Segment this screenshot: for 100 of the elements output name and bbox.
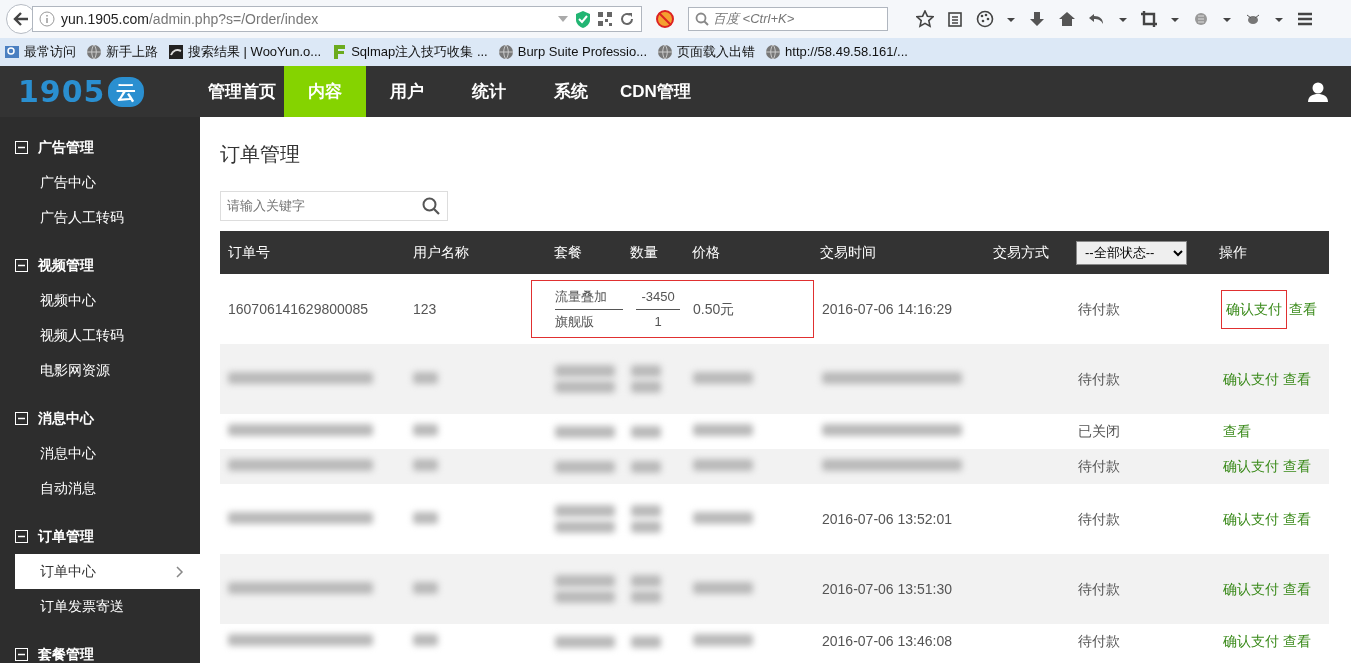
action-link[interactable]: 查看: [1281, 628, 1313, 655]
nav-tab[interactable]: 系统: [530, 66, 612, 117]
action-link[interactable]: 确认支付: [1221, 628, 1281, 655]
sidebar-item[interactable]: 消息中心: [0, 436, 200, 471]
action-link[interactable]: 查看: [1221, 418, 1253, 445]
home-icon[interactable]: [1058, 10, 1076, 28]
globe-icon: [765, 44, 782, 60]
reload-icon[interactable]: [619, 11, 635, 27]
redacted-blur: [631, 505, 661, 517]
sidebar-item[interactable]: 自动消息: [0, 471, 200, 506]
quantity-value: -3450: [636, 284, 680, 310]
redacted-blur: [555, 521, 615, 533]
crop-icon[interactable]: [1140, 10, 1158, 28]
action-link[interactable]: 确认支付: [1221, 453, 1281, 480]
nav-tab[interactable]: 统计: [448, 66, 530, 117]
menu-icon[interactable]: [1296, 10, 1314, 28]
redacted-blur: [631, 575, 661, 587]
quantity-value: 1: [653, 312, 663, 331]
column-header: 订单号: [227, 243, 271, 262]
bookmark-link[interactable]: 最常访问: [4, 42, 76, 62]
redacted-blur: [693, 459, 753, 471]
sidebar-group-label[interactable]: 订单管理: [38, 525, 94, 547]
sidebar-group-label[interactable]: 消息中心: [38, 407, 94, 429]
bookmark-link[interactable]: http://58.49.58.161/...: [765, 42, 908, 62]
sidebar-item[interactable]: 广告中心: [0, 165, 200, 200]
nav-tab[interactable]: 用户: [366, 66, 448, 117]
bookmark-link[interactable]: 新手上路: [86, 42, 158, 62]
palette-icon[interactable]: [976, 10, 994, 28]
table-cell-text: 2016-07-06 13:52:01: [821, 509, 953, 529]
redacted-blur: [555, 381, 615, 393]
star-icon[interactable]: [916, 10, 934, 28]
collapse-icon[interactable]: [15, 647, 28, 661]
sidebar-group-label[interactable]: 套餐管理: [38, 643, 94, 663]
table-cell-text: 0.50元: [692, 299, 736, 319]
column-header: 价格: [691, 243, 721, 262]
redacted-blur: [693, 581, 753, 594]
sidebar-group-label[interactable]: 广告管理: [38, 136, 94, 158]
sidebar-item[interactable]: 电影网资源: [0, 353, 200, 388]
action-link[interactable]: 查看: [1281, 575, 1313, 603]
status-text: 待付款: [1078, 633, 1120, 649]
collapse-icon[interactable]: [15, 411, 28, 425]
collapse-icon[interactable]: [15, 140, 28, 154]
action-link[interactable]: 查看: [1287, 295, 1319, 323]
download-icon[interactable]: [1028, 10, 1046, 28]
status-text: 已关闭: [1078, 423, 1120, 439]
column-header: 操作: [1218, 243, 1248, 262]
collapse-icon[interactable]: [15, 529, 28, 543]
url-text: yun.1905.com/admin.php?s=/Order/index: [61, 9, 320, 29]
action-link[interactable]: 查看: [1281, 365, 1313, 393]
collapse-icon[interactable]: [15, 258, 28, 272]
shield-icon: [575, 10, 591, 28]
redacted-blur: [631, 460, 661, 473]
redacted-blur: [555, 460, 615, 473]
redacted-blur: [693, 634, 753, 646]
sidebar-item[interactable]: 订单中心: [15, 554, 200, 589]
redacted-blur: [631, 365, 661, 377]
status-filter[interactable]: --全部状态--: [1076, 240, 1187, 265]
sidebar-item[interactable]: 广告人工转码: [0, 200, 200, 235]
bookmark-link[interactable]: 页面载入出错: [657, 42, 756, 62]
qr-code-icon[interactable]: [597, 11, 613, 27]
table-cell-text: 160706141629800085: [227, 299, 370, 319]
action-link[interactable]: 确认支付: [1221, 575, 1281, 603]
blocked-icon[interactable]: [655, 9, 675, 29]
search-box[interactable]: 请输入关键字: [220, 191, 448, 221]
action-link[interactable]: 查看: [1281, 453, 1313, 480]
redacted-blur: [555, 635, 615, 648]
clipboard-icon[interactable]: [946, 10, 964, 28]
action-link[interactable]: 确认支付: [1221, 365, 1281, 393]
logo: 1905 云: [0, 66, 200, 117]
action-link[interactable]: 查看: [1281, 505, 1313, 533]
action-link[interactable]: 确认支付: [1221, 289, 1287, 329]
sidebar-item[interactable]: 订单发票寄送: [0, 589, 200, 624]
sidebar-item[interactable]: 视频中心: [0, 283, 200, 318]
redacted-blur: [631, 635, 661, 648]
redacted-blur: [631, 591, 661, 603]
redacted-blur: [631, 425, 661, 438]
page-title: 订单管理: [220, 142, 301, 167]
redacted-blur: [555, 575, 615, 587]
folder-icon: [4, 44, 20, 60]
table-cell-text: 2016-07-06 13:46:08: [821, 632, 953, 651]
user-icon[interactable]: [1307, 80, 1329, 103]
redacted-blur: [631, 381, 661, 393]
search-icon[interactable]: [422, 197, 440, 215]
redacted-blur: [413, 581, 438, 594]
address-bar[interactable]: yun.1905.com/admin.php?s=/Order/index: [32, 6, 642, 32]
nav-tab[interactable]: 管理首页: [200, 66, 284, 117]
bookmark-link[interactable]: Sqlmap注入技巧收集 ...: [331, 42, 488, 62]
redacted-blur: [693, 511, 753, 524]
column-header: 交易方式: [992, 243, 1050, 262]
bookmark-link[interactable]: 搜索结果 | WooYun.o...: [168, 42, 322, 62]
action-link[interactable]: 确认支付: [1221, 505, 1281, 533]
status-text: 待付款: [1078, 370, 1120, 387]
bookmark-link[interactable]: Burp Suite Professio...: [497, 42, 648, 62]
redacted-blur: [555, 425, 615, 438]
nav-tab[interactable]: CDN管理: [612, 66, 699, 117]
sidebar-item[interactable]: 视频人工转码: [0, 318, 200, 353]
search-box[interactable]: 百度 <Ctrl+K>: [688, 7, 888, 31]
globe-icon: [86, 44, 102, 60]
sidebar-group-label[interactable]: 视频管理: [38, 254, 94, 276]
status-text: 待付款: [1078, 458, 1120, 474]
